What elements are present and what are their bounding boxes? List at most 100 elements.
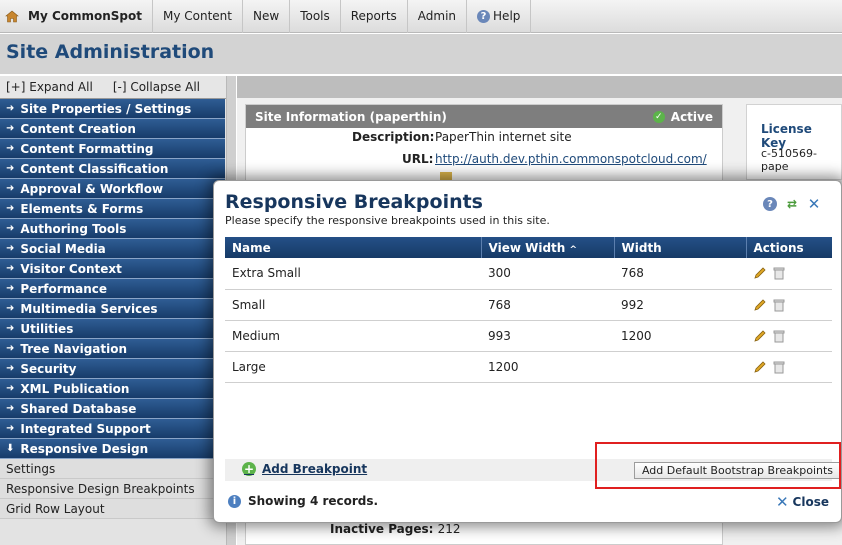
arrow-right-icon: ➜ xyxy=(6,103,15,114)
help-icon[interactable]: ? xyxy=(763,197,777,211)
menu-help-label: Help xyxy=(493,9,521,23)
sort-ascending-icon: ^ xyxy=(569,244,578,255)
sidebar-item-multimedia-services[interactable]: ➜ Multimedia Services xyxy=(0,299,225,319)
license-value: c-510569-pape xyxy=(761,147,817,173)
arrow-right-icon: ➜ xyxy=(6,343,15,354)
menu-reports[interactable]: Reports xyxy=(341,0,408,33)
main-toolbar-strip xyxy=(237,76,842,98)
sidebar-item-approval-workflow[interactable]: ➜ Approval & Workflow xyxy=(0,179,225,199)
sidebar-subitem-grid-row-layout[interactable]: Grid Row Layout xyxy=(0,499,225,519)
sidebar-item-visitor-context[interactable]: ➜ Visitor Context xyxy=(0,259,225,279)
check-icon: ✓ xyxy=(652,110,665,123)
sidebar-item-performance[interactable]: ➜ Performance xyxy=(0,279,225,299)
site-information-header: Site Information (paperthin) ✓ Active xyxy=(246,105,722,128)
column-header-actions: Actions xyxy=(746,237,832,258)
arrow-right-icon: ➜ xyxy=(6,323,15,334)
sidebar-item-shared-database[interactable]: ➜ Shared Database xyxy=(0,399,225,419)
delete-trash-icon[interactable] xyxy=(772,298,785,312)
home-icon[interactable] xyxy=(4,9,20,23)
menu-tools[interactable]: Tools xyxy=(290,0,341,33)
sidebar-item-content-classification[interactable]: ➜ Content Classification xyxy=(0,159,225,179)
inactive-pages-value: 212 xyxy=(437,522,461,536)
expand-all-link[interactable]: [+] Expand All xyxy=(6,80,93,94)
table-row: Large 1200 xyxy=(225,351,832,383)
sidebar-item-label: Shared Database xyxy=(20,401,137,416)
sidebar-item-label: Elements & Forms xyxy=(20,201,144,216)
column-header-name[interactable]: Name xyxy=(225,237,482,258)
inactive-pages-label: Inactive Pages: xyxy=(330,522,434,536)
sidebar-item-label: Security xyxy=(20,361,77,376)
cell-view-width: 993 xyxy=(481,320,614,352)
arrow-right-icon: ➜ xyxy=(6,383,15,394)
sidebar-item-label: Responsive Design xyxy=(20,441,149,456)
page-header: Site Administration xyxy=(0,34,842,74)
edit-pencil-icon[interactable] xyxy=(753,298,768,312)
sidebar-item-label: Approval & Workflow xyxy=(20,181,164,196)
sidebar-item-label: Site Properties / Settings xyxy=(20,101,192,116)
sidebar-item-label: Content Creation xyxy=(20,121,136,136)
sidebar-subitem-breakpoints[interactable]: Responsive Design Breakpoints xyxy=(0,479,225,499)
add-plus-icon: + xyxy=(242,462,256,476)
collapse-all-link[interactable]: [-] Collapse All xyxy=(113,80,200,94)
menu-my-commonspot[interactable]: My CommonSpot xyxy=(24,0,153,33)
edit-pencil-icon[interactable] xyxy=(753,360,768,374)
edit-pencil-icon[interactable] xyxy=(753,329,768,343)
sidebar-item-label: Multimedia Services xyxy=(20,301,158,316)
dialog-toolbar: ? ⇄ ✕ xyxy=(763,195,821,213)
cell-name: Large xyxy=(225,351,481,383)
close-icon: ✕ xyxy=(775,493,789,511)
column-header-view-width[interactable]: View Width ^ xyxy=(481,237,615,258)
license-panel: License Key c-510569-pape xyxy=(746,104,842,180)
delete-trash-icon[interactable] xyxy=(772,360,785,374)
dialog-subtitle: Please specify the responsive breakpoint… xyxy=(225,214,550,227)
table-row: Small 768 992 xyxy=(225,289,832,321)
column-header-width[interactable]: Width xyxy=(614,237,747,258)
sidebar-item-label: Integrated Support xyxy=(20,421,151,436)
edit-pencil-icon[interactable] xyxy=(753,266,768,280)
dialog-title: Responsive Breakpoints xyxy=(225,191,483,213)
cell-view-width: 768 xyxy=(481,289,614,321)
arrow-right-icon: ➜ xyxy=(6,143,15,154)
sidebar-item-content-formatting[interactable]: ➜ Content Formatting xyxy=(0,139,225,159)
sidebar-item-authoring-tools[interactable]: ➜ Authoring Tools xyxy=(0,219,225,239)
arrow-right-icon: ➜ xyxy=(6,163,15,174)
sidebar-item-elements-forms[interactable]: ➜ Elements & Forms xyxy=(0,199,225,219)
license-title: License Key xyxy=(761,122,812,150)
arrow-right-icon: ➜ xyxy=(6,123,15,134)
menu-my-content[interactable]: My Content xyxy=(153,0,243,33)
sidebar-subitem-settings[interactable]: Settings xyxy=(0,459,225,479)
url-link[interactable]: http://auth.dev.pthin.commonspotcloud.co… xyxy=(435,152,707,166)
cell-actions xyxy=(746,258,832,290)
inactive-pages: Inactive Pages: 212 xyxy=(330,522,461,536)
delete-trash-icon[interactable] xyxy=(772,329,785,343)
sidebar-item-tree-navigation[interactable]: ➜ Tree Navigation xyxy=(0,339,225,359)
sidebar-item-utilities[interactable]: ➜ Utilities xyxy=(0,319,225,339)
record-count-status: i Showing 4 records. xyxy=(228,494,378,508)
sidebar-item-integrated-support[interactable]: ➜ Integrated Support xyxy=(0,419,225,439)
cell-name: Small xyxy=(225,289,481,321)
arrow-right-icon: ➜ xyxy=(6,263,15,274)
refresh-icon[interactable]: ⇄ xyxy=(785,197,799,211)
sidebar-item-responsive-design[interactable]: ⬇ Responsive Design xyxy=(0,439,225,459)
cell-actions xyxy=(746,320,832,352)
url-label: URL: xyxy=(402,152,434,166)
close-icon[interactable]: ✕ xyxy=(807,195,821,213)
sidebar-item-security[interactable]: ➜ Security xyxy=(0,359,225,379)
sidebar-item-social-media[interactable]: ➜ Social Media xyxy=(0,239,225,259)
arrow-right-icon: ➜ xyxy=(6,303,15,314)
add-breakpoint-link[interactable]: + Add Breakpoint xyxy=(242,462,367,476)
cell-name: Medium xyxy=(225,320,481,352)
delete-trash-icon[interactable] xyxy=(772,266,785,280)
folder-icon xyxy=(440,172,452,180)
menu-new[interactable]: New xyxy=(243,0,291,33)
sidebar-item-content-creation[interactable]: ➜ Content Creation xyxy=(0,119,225,139)
arrow-right-icon: ➜ xyxy=(6,203,15,214)
menu-admin[interactable]: Admin xyxy=(408,0,468,33)
arrow-right-icon: ➜ xyxy=(6,243,15,254)
record-count-label: Showing 4 records. xyxy=(248,494,379,508)
sidebar-item-xml-publication[interactable]: ➜ XML Publication xyxy=(0,379,225,399)
close-button[interactable]: ✕ Close xyxy=(776,493,829,511)
sidebar-item-site-properties[interactable]: ➜ Site Properties / Settings xyxy=(0,99,225,119)
menu-help[interactable]: ? Help xyxy=(467,0,532,33)
highlight-annotation-box xyxy=(595,442,841,489)
